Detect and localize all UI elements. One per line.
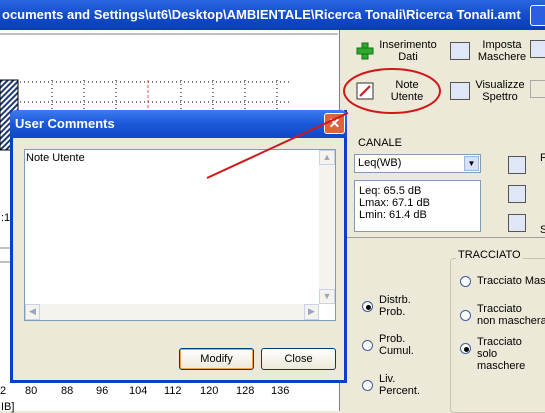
annotation-arrow <box>206 112 349 179</box>
